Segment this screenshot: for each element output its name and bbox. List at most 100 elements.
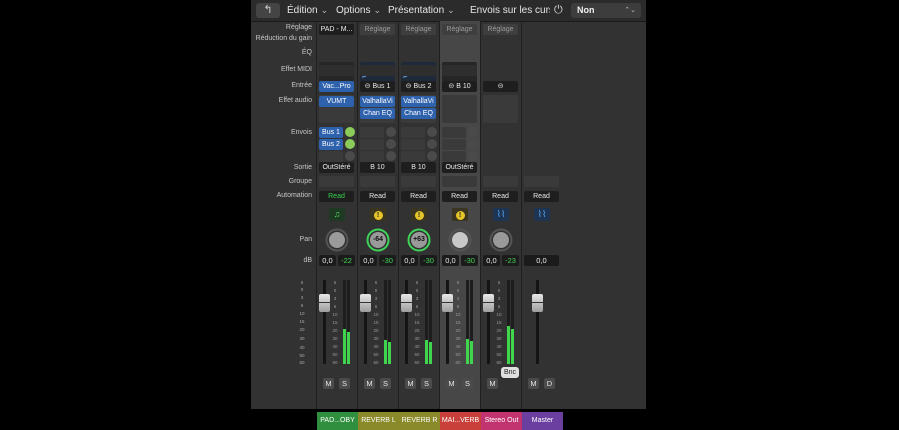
automation-mode[interactable]: Read [401, 191, 436, 202]
midi-fx-slot[interactable] [360, 65, 395, 76]
send-level-knob[interactable] [427, 127, 437, 137]
track-name[interactable]: Stereo Out [481, 412, 522, 430]
midi-fx-slot[interactable] [319, 65, 354, 76]
track-name[interactable]: PAD...OBY [317, 412, 358, 430]
volume-value[interactable]: 0,0 [524, 255, 559, 266]
fader-handle[interactable] [319, 294, 330, 312]
pan-knob[interactable]: +63 [407, 228, 431, 252]
send-level-knob[interactable] [386, 151, 396, 161]
send-slot[interactable]: Bus 2 [319, 139, 343, 150]
music-note-icon[interactable]: ♫ [329, 208, 345, 221]
output-slot[interactable]: B 10 [401, 162, 436, 173]
volume-fader[interactable]: 6 0 3 6 10 15 20 30 40 50 60 [358, 276, 399, 366]
send-slot[interactable] [360, 139, 384, 150]
group-slot[interactable] [319, 176, 354, 187]
send-slot[interactable] [319, 151, 343, 162]
solo-button[interactable]: S [339, 378, 350, 389]
audio-fx-area[interactable] [442, 95, 477, 123]
send-slot[interactable]: Bus 1 [319, 127, 343, 138]
channel-strip[interactable]: Read ⌇⌇ 0,0 M D Master [522, 21, 563, 430]
solo-button[interactable]: S [421, 378, 432, 389]
channel-strip[interactable]: Réglage ⊝ Bus 2 ValhallaVi Chan EQ B 10 Read!… [399, 21, 440, 430]
peak-value[interactable]: -23 [502, 255, 519, 266]
bounce-button[interactable]: Bnc [501, 367, 519, 378]
send-level-knob[interactable] [345, 151, 355, 161]
setting-button[interactable]: Réglage [401, 24, 436, 35]
fader-handle[interactable] [442, 294, 453, 312]
peak-value[interactable]: -30 [420, 255, 437, 266]
send-level-knob[interactable] [345, 127, 355, 137]
audio-fx-plugin[interactable]: Chan EQ [401, 108, 436, 119]
audio-fx-plugin[interactable]: VUMT [319, 96, 354, 107]
audio-fx-area[interactable] [483, 95, 518, 123]
send-slot[interactable] [442, 151, 466, 162]
channel-strip[interactable]: Réglage ⊝ Bus 1 ValhallaVi Chan EQ B 10 Read!… [358, 21, 399, 430]
edition-menu[interactable]: Édition ⌄ [287, 0, 328, 21]
peak-value[interactable]: -30 [379, 255, 396, 266]
send-level-knob[interactable] [468, 127, 478, 137]
group-slot[interactable] [401, 176, 436, 187]
options-menu[interactable]: Options ⌄ [336, 0, 381, 21]
volume-fader[interactable]: 6 0 3 6 10 15 20 30 40 50 60 [317, 276, 358, 366]
send-level-knob[interactable] [468, 151, 478, 161]
automation-mode[interactable]: Read [483, 191, 518, 202]
fader-handle[interactable] [483, 294, 494, 312]
output-slot[interactable]: B 10 [360, 162, 395, 173]
solo-button[interactable]: S [380, 378, 391, 389]
mute-button[interactable]: M [405, 378, 416, 389]
warning-icon[interactable]: ! [452, 208, 468, 221]
fader-handle[interactable] [360, 294, 371, 312]
dim-button[interactable]: D [544, 378, 555, 389]
track-name[interactable]: REVERB R [399, 412, 440, 430]
waveform-icon[interactable]: ⌇⌇ [493, 208, 509, 221]
audio-fx-plugin[interactable]: Chan EQ [360, 108, 395, 119]
send-level-knob[interactable] [427, 151, 437, 161]
output-slot[interactable]: OutStéré [442, 162, 477, 173]
send-level-knob[interactable] [345, 139, 355, 149]
volume-fader[interactable]: 6 0 3 6 10 15 20 30 40 50 60 [440, 276, 481, 366]
setting-button[interactable]: PAD - M... [319, 24, 354, 35]
peak-value[interactable]: -22 [338, 255, 355, 266]
warning-icon[interactable]: ! [370, 208, 386, 221]
send-slot[interactable] [401, 127, 425, 138]
group-slot[interactable] [524, 176, 559, 187]
send-slot[interactable] [401, 139, 425, 150]
input-slot[interactable]: ⊝ [483, 81, 518, 92]
send-level-knob[interactable] [468, 139, 478, 149]
send-slot[interactable] [401, 151, 425, 162]
fader-handle[interactable] [532, 294, 543, 312]
sends-on-faders-select[interactable]: Non ⌃⌄ [571, 3, 641, 18]
volume-fader[interactable] [522, 276, 563, 366]
send-slot[interactable] [442, 139, 466, 150]
volume-value[interactable]: 0,0 [401, 255, 418, 266]
volume-value[interactable]: 0,0 [483, 255, 500, 266]
mute-button[interactable]: M [528, 378, 539, 389]
input-slot[interactable]: ⊝ Bus 1 [360, 81, 395, 92]
back-icon[interactable]: ↰ [256, 3, 280, 18]
send-slot[interactable] [360, 127, 384, 138]
presentation-menu[interactable]: Présentation ⌄ [388, 0, 455, 21]
send-level-knob[interactable] [427, 139, 437, 149]
volume-fader[interactable]: 6 0 3 6 10 15 20 30 40 50 60 [399, 276, 440, 366]
automation-mode[interactable]: Read [319, 191, 354, 202]
channel-strip[interactable]: Réglage ⊝ B 10 OutStéré Read! 0,0 -30 6 0 3 6 10 15… [440, 21, 481, 430]
input-slot[interactable]: Vac...Pro [319, 81, 354, 92]
audio-fx-plugin[interactable]: ValhallaVi [401, 96, 436, 107]
volume-value[interactable]: 0,0 [442, 255, 459, 266]
warning-icon[interactable]: ! [411, 208, 427, 221]
send-level-knob[interactable] [386, 127, 396, 137]
power-icon[interactable]: ⏻ [554, 0, 563, 21]
volume-value[interactable]: 0,0 [360, 255, 377, 266]
input-slot[interactable]: ⊝ B 10 [442, 81, 477, 92]
pan-knob[interactable] [489, 228, 513, 252]
midi-fx-slot[interactable] [442, 65, 477, 76]
pan-knob[interactable]: -64 [366, 228, 390, 252]
channel-strip[interactable]: PAD - M... Vac...Pro VUMT Bus 1 Bus 2 OutStér… [317, 21, 358, 430]
input-slot[interactable]: ⊝ Bus 2 [401, 81, 436, 92]
send-slot[interactable] [360, 151, 384, 162]
mute-button[interactable]: M [487, 378, 498, 389]
automation-mode[interactable]: Read [442, 191, 477, 202]
fader-handle[interactable] [401, 294, 412, 312]
mute-button[interactable]: M [364, 378, 375, 389]
send-slot[interactable] [442, 127, 466, 138]
